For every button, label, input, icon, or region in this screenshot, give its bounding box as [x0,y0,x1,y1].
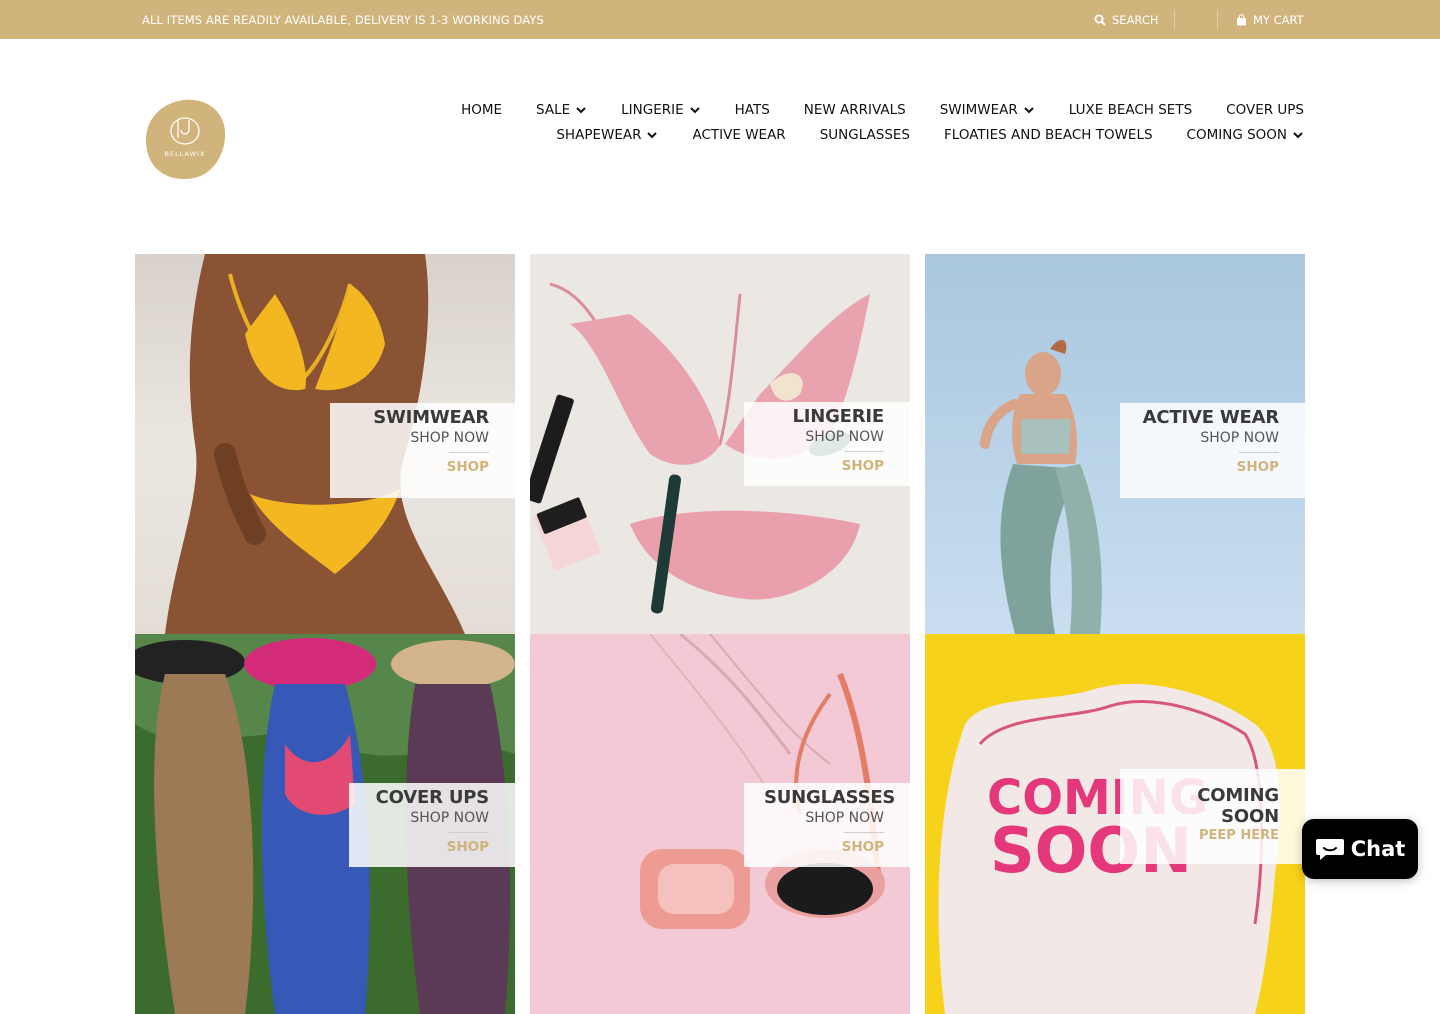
nav-item-label: COVER UPS [1226,101,1304,118]
nav-item-sunglasses[interactable]: SUNGLASSES [820,127,910,143]
nav-item-hats[interactable]: HATS [735,102,770,118]
tile-title: COVER UPS [375,787,490,808]
search-icon [1094,14,1106,26]
nav-item-label: FLOATIES AND BEACH TOWELS [944,126,1153,143]
tile-title: LINGERIE [792,406,884,427]
tile-label: LINGERIE SHOP NOW SHOP [744,402,910,486]
tile-title: SUNGLASSES [764,787,896,808]
nav-item-label: SWIMWEAR [939,101,1018,118]
nav-item-lingerie[interactable]: LINGERIE [621,102,700,118]
collection-tile-active-wear[interactable]: ACTIVE WEAR SHOP NOW SHOP [925,254,1305,634]
topbar-divider [1217,10,1218,29]
nav-item-coming-soon[interactable]: COMING SOON [1187,127,1304,143]
chat-button[interactable]: Chat [1302,819,1418,879]
tile-shop-now[interactable]: SHOP NOW [1140,430,1279,446]
tile-divider [449,832,489,833]
nav-item-swimwear[interactable]: SWIMWEAR [940,102,1035,118]
tile-title: COMING SOON [1197,785,1279,827]
tile-label: SUNGLASSES SHOP NOW SHOP [744,783,910,867]
nav-item-luxe-beach-sets[interactable]: LUXE BEACH SETS [1069,102,1192,118]
tile-peep-link[interactable]: PEEP HERE [1140,828,1279,843]
tile-title: ACTIVE WEAR [1142,407,1280,428]
tile-divider [844,451,884,452]
store-logo[interactable]: BELLAWIX [145,98,226,180]
tile-shop-link[interactable]: SHOP [350,459,489,475]
chat-bubble-icon [1315,839,1344,860]
collection-tile-lingerie[interactable]: LINGERIE SHOP NOW SHOP [530,254,910,634]
chevron-down-icon [647,131,658,138]
chevron-down-icon [576,106,586,113]
nav-item-label: SUNGLASSES [819,126,911,143]
tile-shop-link[interactable]: SHOP [764,458,884,474]
nav-item-label: HOME [461,101,503,118]
collection-tile-cover-ups[interactable]: COVER UPS SHOP NOW SHOP [135,634,515,1014]
nav-item-label: LUXE BEACH SETS [1068,101,1193,118]
tile-title: SWIMWEAR [373,407,489,428]
tile-shop-link[interactable]: SHOP [764,839,884,855]
tile-shop-link[interactable]: SHOP [1140,459,1279,475]
cart-link[interactable]: MY CART [1236,13,1304,27]
chevron-down-icon [1024,106,1034,113]
tile-label: ACTIVE WEAR SHOP NOW SHOP [1120,403,1305,498]
nav-item-label: NEW ARRIVALS [803,101,906,118]
tile-divider [449,452,489,453]
nav-item-label: LINGERIE [621,101,684,118]
tile-label: COMING SOON PEEP HERE [1120,769,1305,864]
search-label: SEARCH [1112,13,1159,27]
tile-label: COVER UPS SHOP NOW SHOP [349,783,515,867]
nav-item-label: SHAPEWEAR [556,126,642,143]
nav-item-label: COMING SOON [1186,126,1287,143]
main-navigation: HOME SALE LINGERIE HATS NEW ARRIVALS SWIMWEAR… [424,97,1304,147]
collection-grid: SWIMWEAR SHOP NOW SHOP LINGERIE SHOP NOW… [135,254,1305,1014]
topbar-divider [1174,10,1175,29]
nav-item-sale[interactable]: SALE [536,102,587,118]
nav-item-label: HATS [734,101,770,118]
tile-shop-now[interactable]: SHOP NOW [764,810,884,826]
chat-label: Chat [1350,837,1406,861]
logo-wordmark: BELLAWIX [165,150,206,158]
announcement-bar: ALL ITEMS ARE READILY AVAILABLE, DELIVER… [0,0,1440,39]
nav-item-home[interactable]: HOME [461,102,502,118]
tile-label: SWIMWEAR SHOP NOW SHOP [330,403,515,498]
tile-shop-now[interactable]: SHOP NOW [350,430,489,446]
tile-shop-now[interactable]: SHOP NOW [369,810,489,826]
tile-divider [844,832,884,833]
tile-shop-now[interactable]: SHOP NOW [764,429,884,445]
nav-row: HOME SALE LINGERIE HATS NEW ARRIVALS SWIMWEAR… [424,97,1304,122]
tile-divider [1239,452,1279,453]
nav-row: SHAPEWEAR ACTIVE WEAR SUNGLASSES FLOATIES A… [424,122,1304,147]
chevron-down-icon [689,106,700,113]
tile-shop-link[interactable]: SHOP [369,839,489,855]
collection-tile-swimwear[interactable]: SWIMWEAR SHOP NOW SHOP [135,254,515,634]
bag-icon [1237,14,1246,26]
nav-item-cover-ups[interactable]: COVER UPS [1226,102,1304,118]
nav-item-new-arrivals[interactable]: NEW ARRIVALS [804,102,906,118]
nav-item-floaties-and-beach-towels[interactable]: FLOATIES AND BEACH TOWELS [944,127,1153,143]
collection-tile-sunglasses[interactable]: SUNGLASSES SHOP NOW SHOP [530,634,910,1014]
nav-item-label: SALE [536,101,571,118]
nav-item-shapewear[interactable]: SHAPEWEAR [556,127,658,143]
nav-item-label: ACTIVE WEAR [692,126,786,143]
cart-label: MY CART [1253,13,1304,27]
chevron-down-icon [1293,131,1303,138]
collection-tile-coming-soon[interactable]: COMING SOON COMING SOON PEEP HERE [925,634,1305,1014]
announcement-text: ALL ITEMS ARE READILY AVAILABLE, DELIVER… [142,13,544,27]
nav-item-active-wear[interactable]: ACTIVE WEAR [692,127,785,143]
search-link[interactable]: SEARCH [1094,13,1159,27]
